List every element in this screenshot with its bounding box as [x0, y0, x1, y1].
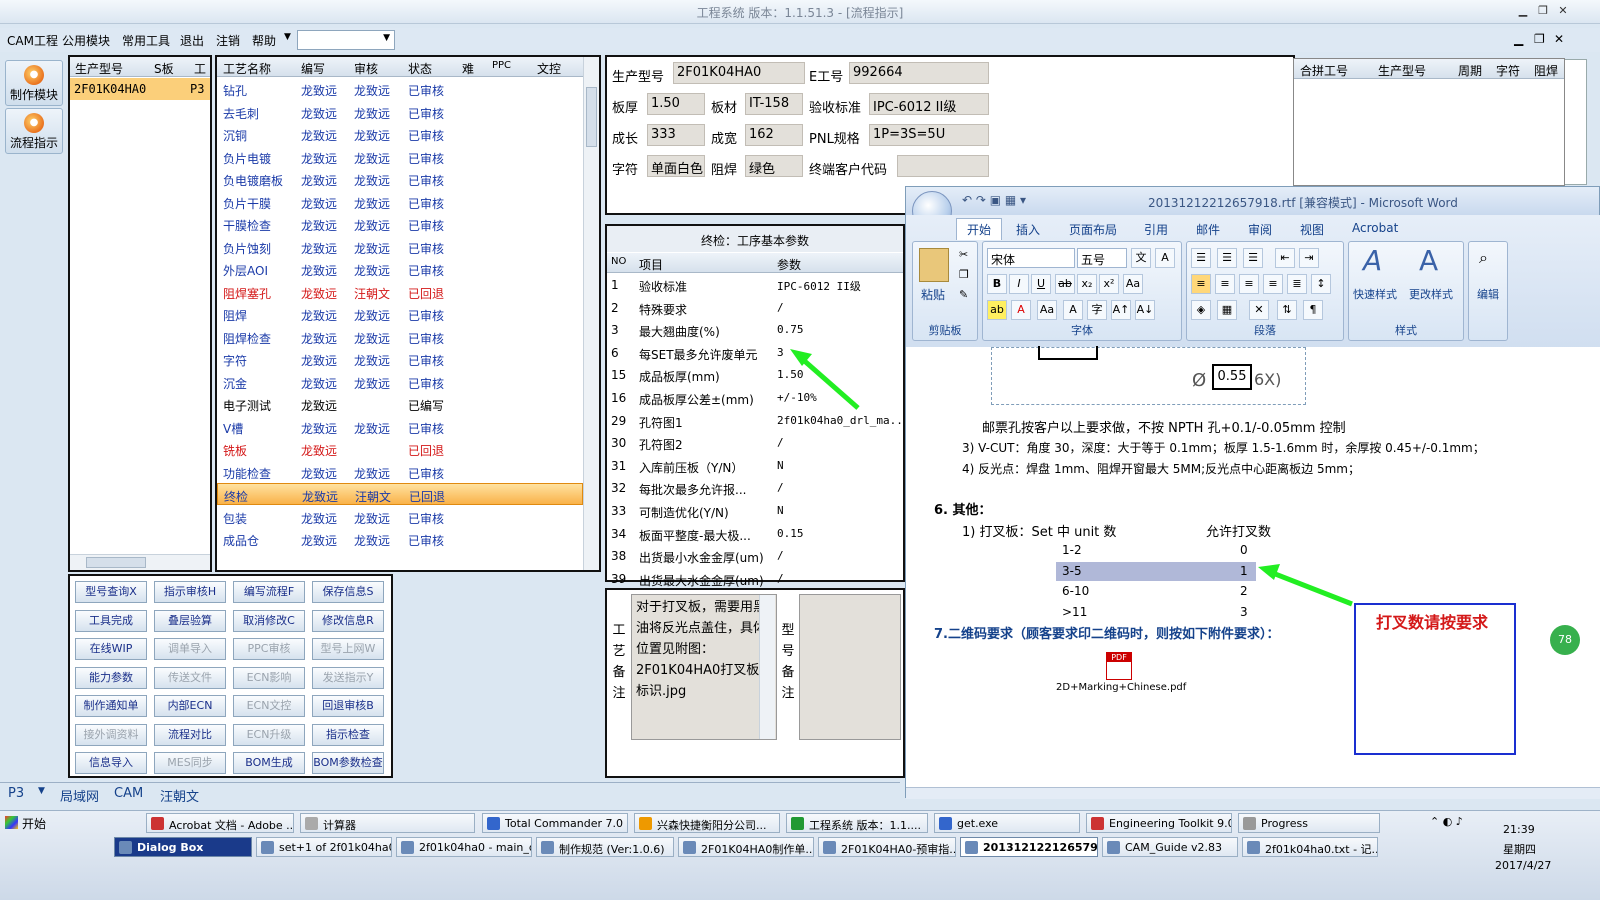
taskbar-item[interactable]: 2f01k04ha0 - main_qa — [396, 837, 532, 857]
taskbar: 开始 Acrobat 文档 - Adobe ... 计算器 Total Comman… — [0, 810, 1600, 900]
clock-weekday[interactable]: 星期四 — [1503, 841, 1536, 857]
taskbar-item[interactable]: Engineering Toolkit 9.0... — [1086, 813, 1232, 833]
app-icon — [487, 817, 500, 830]
app-icon — [261, 841, 274, 854]
app-icon — [965, 841, 978, 854]
status-cam: CAM — [114, 786, 144, 801]
status-user: 汪朝文 — [160, 790, 200, 805]
taskbar-item-label: 兴森快捷衡阳分公司... — [657, 819, 767, 832]
taskbar-item[interactable]: 制作规范 (Ver:1.0.6) — [536, 837, 674, 857]
app-icon — [151, 817, 164, 830]
start-button[interactable]: 开始 — [2, 813, 50, 833]
start-label: 开始 — [22, 817, 47, 831]
annotation-arrows — [790, 349, 1353, 607]
taskbar-item-label: set+1 of 2f01k04ha0 — [279, 841, 392, 854]
taskbar-item-label: 2f01k04ha0.txt - 记... — [1265, 843, 1378, 856]
taskbar-item[interactable]: Dialog Box — [114, 837, 252, 857]
taskbar-item[interactable]: 2F01K04HA0制作单.... — [678, 837, 814, 857]
taskbar-item[interactable]: Total Commander 7.0 p... — [482, 813, 628, 833]
taskbar-item[interactable]: 兴森快捷衡阳分公司... — [634, 813, 780, 833]
app-icon — [1247, 841, 1260, 854]
arrow-2 — [1269, 569, 1353, 607]
app-icon — [1091, 817, 1104, 830]
taskbar-item-label: 2F01K04HA0-预审指... — [841, 843, 956, 856]
status-network: 局域网 — [60, 790, 100, 805]
taskbar-item[interactable]: get.exe — [934, 813, 1080, 833]
app-icon — [305, 817, 318, 830]
taskbar-item-label: 计算器 — [323, 819, 356, 832]
app-icon — [1107, 841, 1120, 854]
app-icon — [791, 817, 804, 830]
taskbar-item-label: 2f01k04ha0 - main_qa — [419, 841, 532, 854]
arrow-1 — [798, 355, 860, 410]
clock-date[interactable]: 2017/4/27 — [1495, 859, 1551, 872]
taskbar-item-label: 201312122126579... — [983, 841, 1098, 854]
status-combo[interactable]: P3 — [8, 786, 24, 801]
taskbar-item-label: Total Commander 7.0 p... — [505, 817, 627, 830]
app-icon — [1243, 817, 1256, 830]
status-bar: P3 ▼ 局域网 CAM 汪朝文 — [0, 782, 900, 805]
app-icon — [683, 841, 696, 854]
clock-time[interactable]: 21:39 — [1503, 823, 1535, 836]
taskbar-item-label: Acrobat 文档 - Adobe ... — [169, 819, 294, 832]
taskbar-item[interactable]: Acrobat 文档 - Adobe ... — [146, 813, 294, 833]
arrow-2-head — [1258, 564, 1280, 580]
taskbar-item-label: Progress — [1261, 817, 1308, 830]
taskbar-item[interactable]: 工程系统 版本：1.1.... — [786, 813, 928, 833]
taskbar-item-label: 制作规范 (Ver:1.0.6) — [559, 843, 665, 856]
tray-icons[interactable]: ⌃ ◐ ♪ — [1430, 815, 1463, 828]
taskbar-item-label: 工程系统 版本：1.1.... — [809, 819, 921, 832]
taskbar-item[interactable]: 计算器 — [300, 813, 475, 833]
taskbar-item[interactable]: CAM_Guide v2.83 — [1102, 837, 1238, 857]
taskbar-item-label: Dialog Box — [137, 841, 204, 854]
taskbar-item[interactable]: set+1 of 2f01k04ha0 — [256, 837, 392, 857]
app-icon — [401, 841, 414, 854]
app-icon — [541, 841, 554, 854]
taskbar-item[interactable]: 2f01k04ha0.txt - 记... — [1242, 837, 1378, 857]
chevron-down-icon[interactable]: ▼ — [38, 786, 45, 796]
taskbar-item[interactable]: 2F01K04HA0-预审指... — [818, 837, 956, 857]
taskbar-item-label: get.exe — [957, 817, 999, 830]
app-icon — [939, 817, 952, 830]
app-icon — [639, 817, 652, 830]
taskbar-item-label: 2F01K04HA0制作单.... — [701, 843, 814, 856]
taskbar-item[interactable]: Progress — [1238, 813, 1380, 833]
app-icon — [119, 841, 132, 854]
taskbar-item-label: Engineering Toolkit 9.0... — [1109, 817, 1232, 830]
windows-icon — [5, 816, 18, 829]
taskbar-item[interactable]: 201312122126579... — [960, 837, 1098, 857]
app-icon — [823, 841, 836, 854]
taskbar-item-label: CAM_Guide v2.83 — [1125, 841, 1222, 854]
